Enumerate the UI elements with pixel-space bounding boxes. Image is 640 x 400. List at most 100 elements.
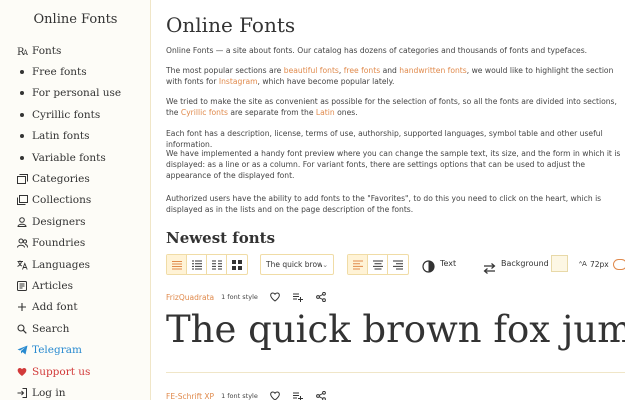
sidebar-nav: RA Fonts Free fonts For personal use Cyr…: [17, 40, 121, 400]
text-color-icon[interactable]: [422, 258, 435, 273]
add-to-list-icon[interactable]: [292, 391, 303, 400]
heart-outline-icon[interactable]: [270, 292, 280, 302]
translate-icon: [17, 260, 32, 270]
bullet-icon: [17, 91, 32, 96]
sidebar-item-variable-fonts[interactable]: Variable fonts: [17, 147, 121, 168]
sidebar-item-free-fonts[interactable]: Free fonts: [17, 61, 121, 82]
sample-text-select[interactable]: The quick brow ⌄: [260, 254, 334, 275]
font-card-meta: FrizQuadrata 1 font style: [166, 290, 339, 304]
sidebar-item-add-font[interactable]: Add font: [17, 297, 121, 318]
sidebar-item-latin-fonts[interactable]: Latin fonts: [17, 126, 121, 147]
layout-toggle-group: [166, 254, 248, 275]
sidebar-item-label: Support us: [32, 365, 91, 378]
align-right-icon: [393, 260, 403, 269]
sidebar-item-cyrillic-fonts[interactable]: Cyrillic fonts: [17, 104, 121, 125]
sidebar-item-label: Designers: [32, 215, 86, 228]
sidebar-item-foundries[interactable]: Foundries: [17, 233, 121, 254]
layout-columns-button[interactable]: [207, 255, 227, 274]
sidebar-item-fonts[interactable]: RA Fonts: [17, 40, 121, 61]
layout-list-button[interactable]: [167, 255, 187, 274]
share-icon[interactable]: [315, 391, 326, 400]
background-color-swatch[interactable]: [551, 255, 568, 272]
font-card-meta: FE-Schrift XP 1 font style: [166, 389, 339, 400]
swap-colors-icon[interactable]: [483, 259, 496, 274]
users-icon: [17, 238, 32, 248]
background-color-label: Background: [501, 259, 549, 268]
site-logo[interactable]: Online Fonts: [0, 12, 151, 27]
categories-icon: [17, 174, 32, 185]
sidebar-item-label: Latin fonts: [32, 130, 90, 143]
user-icon: [17, 217, 32, 227]
latin-fonts-link[interactable]: Latin: [316, 108, 335, 117]
sidebar-item-designers[interactable]: Designers: [17, 211, 121, 232]
preview-paragraph: We have implemented a handy font preview…: [166, 149, 621, 181]
page-edge: [625, 0, 640, 400]
page-title: Online Fonts: [166, 13, 296, 37]
sample-text-value: The quick brow: [266, 260, 323, 269]
bullet-icon: [17, 155, 32, 160]
sidebar-item-support-us[interactable]: Support us: [17, 361, 121, 382]
font-sample-text[interactable]: The quick brown fox jumps over the lazy …: [166, 307, 626, 353]
plus-icon: [17, 302, 32, 312]
compact-list-icon: [191, 260, 202, 269]
bullet-icon: [17, 134, 32, 139]
sidebar-item-label: Free fonts: [32, 66, 87, 79]
heart-outline-icon[interactable]: [270, 391, 280, 400]
article-icon: [17, 280, 32, 291]
sidebar-item-label: For personal use: [32, 87, 122, 100]
search-icon: [17, 324, 32, 334]
align-center-button[interactable]: [368, 255, 388, 274]
sidebar-item-label: Log in: [32, 386, 66, 399]
font-size-icon: ᴬA: [579, 260, 587, 268]
sidebar-item-label: Cyrillic fonts: [32, 108, 101, 121]
layout-grid-button[interactable]: [227, 255, 247, 274]
chevron-down-icon: ⌄: [322, 260, 328, 269]
popular-sections-paragraph: The most popular sections are beautiful …: [166, 66, 614, 87]
heart-icon: [17, 367, 32, 377]
sidebar-item-categories[interactable]: Categories: [17, 168, 121, 189]
sidebar-item-label: Variable fonts: [32, 151, 106, 164]
font-styles-count: 1 font style: [221, 392, 258, 400]
svg-text:A: A: [22, 49, 28, 56]
free-fonts-link[interactable]: free fonts: [344, 66, 380, 75]
font-name-link[interactable]: FrizQuadrata: [166, 293, 214, 302]
fonts-icon: RA: [17, 46, 32, 56]
preview-toolbar: The quick brow ⌄ Text Background ᴬA 72px: [166, 254, 627, 275]
sidebar-item-telegram[interactable]: Telegram: [17, 339, 121, 360]
sidebar-item-label: Fonts: [32, 44, 62, 57]
login-icon: [17, 387, 32, 398]
sidebar-item-articles[interactable]: Articles: [17, 275, 121, 296]
sidebar-item-log-in[interactable]: Log in: [17, 382, 121, 400]
sidebar-item-collections[interactable]: Collections: [17, 190, 121, 211]
favorites-paragraph: Authorized users have the ability to add…: [166, 194, 602, 215]
sidebar-item-label: Categories: [32, 173, 90, 186]
font-name-link[interactable]: FE-Schrift XP: [166, 392, 214, 400]
alignment-toggle-group: [347, 254, 409, 275]
font-size-value: 72px: [590, 260, 609, 269]
sidebar-item-languages[interactable]: Languages: [17, 254, 121, 275]
grid-icon: [232, 259, 242, 270]
font-card-divider: [166, 372, 626, 373]
handwritten-fonts-link[interactable]: handwritten fonts: [399, 66, 466, 75]
add-to-list-icon[interactable]: [292, 292, 303, 302]
newest-fonts-heading: Newest fonts: [166, 229, 276, 247]
main-content: Online Fonts Online Fonts — a site about…: [166, 0, 627, 400]
text-color-label: Text: [440, 259, 457, 268]
font-styles-count: 1 font style: [221, 293, 258, 301]
instagram-fonts-link[interactable]: Instagram: [219, 77, 258, 86]
align-left-button[interactable]: [348, 255, 368, 274]
lines-icon: [171, 260, 182, 269]
sidebar: Online Fonts RA Fonts Free fonts For per…: [0, 0, 151, 400]
bullet-icon: [17, 70, 32, 75]
sidebar-item-personal-use[interactable]: For personal use: [17, 83, 121, 104]
beautiful-fonts-link[interactable]: beautiful fonts: [284, 66, 339, 75]
align-right-button[interactable]: [388, 255, 408, 274]
sidebar-item-label: Telegram: [32, 344, 82, 357]
layout-compact-button[interactable]: [187, 255, 207, 274]
bullet-icon: [17, 112, 32, 117]
sidebar-item-search[interactable]: Search: [17, 318, 121, 339]
cyrillic-fonts-link[interactable]: Cyrillic fonts: [181, 108, 228, 117]
share-icon[interactable]: [316, 292, 326, 302]
telegram-icon: [17, 345, 32, 355]
sections-paragraph: We tried to make the site as convenient …: [166, 97, 617, 118]
